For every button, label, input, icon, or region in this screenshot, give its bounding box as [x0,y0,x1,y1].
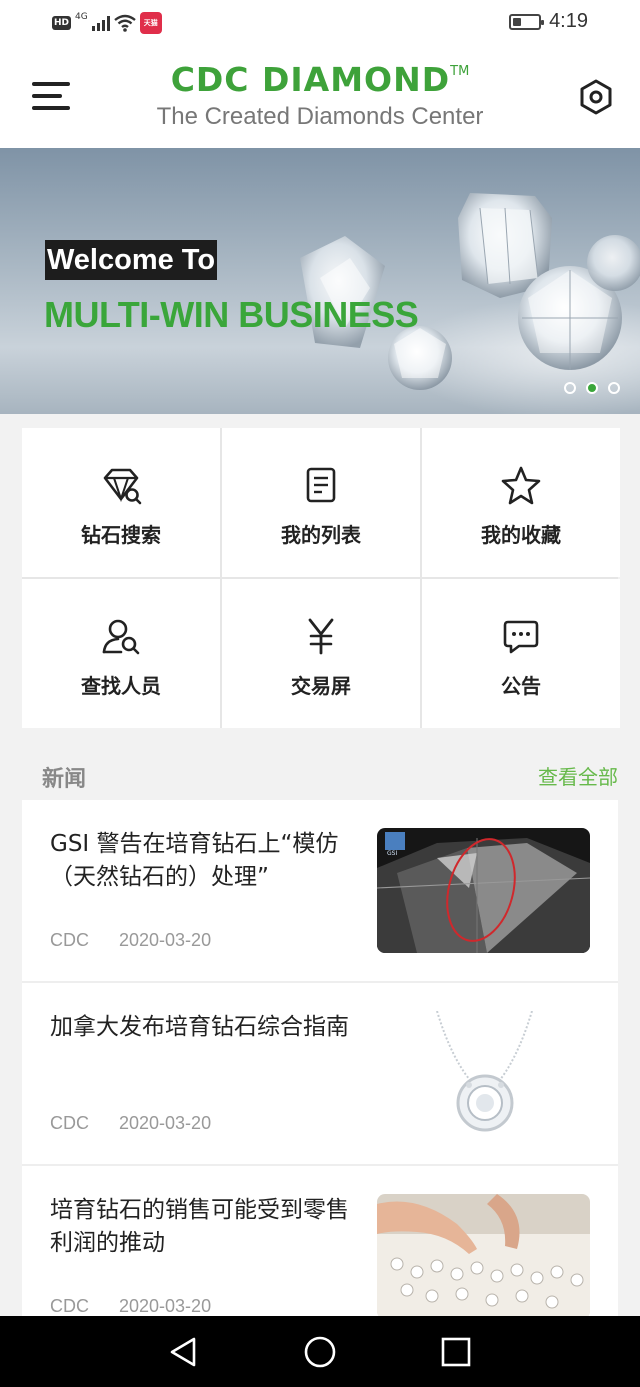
news-source: CDC [50,1296,89,1316]
status-bar: HD 4G 天猫 4:19 [0,0,640,48]
news-date: 2020-03-20 [119,1296,212,1316]
hexagon-settings-icon [580,79,612,115]
news-date: 2020-03-20 [119,1113,212,1133]
news-source: CDC [50,930,89,950]
recents-button[interactable] [438,1334,474,1370]
grid-label: 钻石搜索 [81,523,161,547]
status-left: HD 4G 天猫 [52,12,162,34]
battery-icon [509,13,545,30]
grid-label: 我的列表 [281,523,361,547]
grid-label: 查找人员 [81,674,161,698]
back-triangle-icon [170,1337,196,1367]
diamond-necklace-image [377,1011,590,1136]
news-meta: CDC 2020-03-20 [50,1296,211,1317]
clock: 4:19 [549,10,588,32]
news-list: GSI 警告在培育钻石上“模仿（天然钻石的）处理” CDC 2020-03-20 … [22,800,618,1349]
promo-banner[interactable]: Welcome To MULTI-WIN BUSINESS [0,148,640,414]
news-title: 培育钻石的销售可能受到零售利润的推动 [50,1197,349,1256]
brand-subtitle: The Created Diamonds Center [156,103,484,130]
news-section-title: 新闻 [42,767,87,792]
news-section-header: 新闻 查看全部 [22,758,618,794]
hd-icon: HD [52,16,72,30]
grid-label: 公告 [501,674,541,698]
grid-item-find-people[interactable]: 查找人员 [22,579,220,728]
star-icon [501,466,541,505]
list-document-icon [306,467,336,503]
news-source: CDC [50,1113,89,1133]
news-title: 加拿大发布培育钻石综合指南 [50,1014,349,1040]
banner-dot-3[interactable] [608,382,620,394]
grid-item-trading-screen[interactable]: 交易屏 [222,579,420,728]
recents-square-icon [441,1337,471,1367]
diamond-closeup-image: GSI [377,828,590,953]
banner-pagination[interactable] [564,382,620,394]
brand: CDC DIAMONDTM The Created Diamonds Cente… [0,60,640,131]
diamond-search-icon [103,468,142,505]
signal-icon [91,15,110,31]
news-meta: CDC 2020-03-20 [50,930,211,951]
back-button[interactable] [165,1334,201,1370]
banner-headline: MULTI-WIN BUSINESS [44,294,419,335]
grid-label: 我的收藏 [481,523,561,547]
settings-button[interactable] [578,78,614,116]
svg-text:GSI: GSI [387,850,397,857]
news-item[interactable]: 加拿大发布培育钻石综合指南 CDC 2020-03-20 [22,983,618,1166]
tmall-notification-icon: 天猫 [139,12,162,34]
news-item[interactable]: GSI 警告在培育钻石上“模仿（天然钻石的）处理” CDC 2020-03-20 … [22,800,618,983]
feature-grid: 钻石搜索 我的列表 我的收藏 查找人员 交易屏 公告 [22,428,620,728]
yen-icon [308,618,334,655]
wifi-icon [113,14,136,32]
message-bubble-icon [503,620,539,654]
brand-name: CDC DIAMOND [170,60,451,99]
grid-item-my-list[interactable]: 我的列表 [222,428,420,577]
grid-label: 交易屏 [291,674,351,698]
diamonds-image [300,193,640,414]
network-type: 4G [75,12,88,22]
person-search-icon [102,619,140,655]
trademark: TM [450,64,470,79]
banner-welcome: Welcome To [45,240,217,280]
news-title: GSI 警告在培育钻石上“模仿（天然钻石的）处理” [50,831,339,890]
banner-dot-2[interactable] [586,382,598,394]
system-nav-bar [0,1316,640,1387]
app-header: CDC DIAMONDTM The Created Diamonds Cente… [0,48,640,148]
status-right: 4:19 [509,10,588,33]
grid-item-announcements[interactable]: 公告 [422,579,620,728]
news-date: 2020-03-20 [119,930,212,950]
grid-item-favorites[interactable]: 我的收藏 [422,428,620,577]
home-circle-icon [304,1336,336,1368]
diamond-tray-image [377,1194,590,1319]
view-all-link[interactable]: 查看全部 [538,761,618,790]
news-meta: CDC 2020-03-20 [50,1113,211,1134]
banner-dot-1[interactable] [564,382,576,394]
grid-item-diamond-search[interactable]: 钻石搜索 [22,428,220,577]
home-button[interactable] [302,1334,338,1370]
